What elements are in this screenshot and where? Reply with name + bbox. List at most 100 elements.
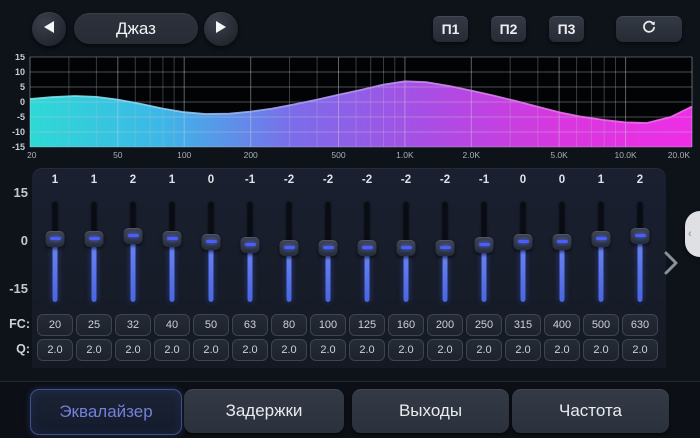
tab-outputs[interactable]: Выходы	[352, 389, 509, 433]
reset-button[interactable]	[616, 16, 682, 42]
band-slider-thumb[interactable]	[124, 228, 143, 244]
band-q-button[interactable]: 2.0	[37, 339, 73, 361]
band-fc-button[interactable]: 20	[37, 314, 73, 336]
band-gain-value: -2	[426, 174, 465, 186]
band-slider-fill	[170, 239, 175, 302]
band-column: -1 63 2.0	[231, 168, 270, 368]
band-slider-fill	[287, 248, 292, 302]
side-drawer-handle[interactable]: ‹	[685, 211, 700, 257]
band-slider-thumb[interactable]	[280, 240, 299, 256]
band-column: 0 400 2.0	[543, 168, 582, 368]
svg-text:20: 20	[27, 150, 37, 160]
band-column: 0 50 2.0	[192, 168, 231, 368]
equalizer-band-panel: 1 20 2.0 1 25 2.0 2 32 2.0 1 40 2.0 0 50…	[32, 168, 666, 368]
band-fc-button[interactable]: 315	[505, 314, 541, 336]
band-slider-fill	[209, 242, 214, 302]
band-gain-value: -2	[387, 174, 426, 186]
band-q-button[interactable]: 2.0	[388, 339, 424, 361]
band-slider-thumb[interactable]	[358, 240, 377, 256]
band-q-button[interactable]: 2.0	[310, 339, 346, 361]
preset-name-label: Джаз	[116, 19, 156, 39]
svg-text:15: 15	[15, 54, 25, 62]
band-slider-fill	[599, 239, 604, 302]
band-fc-button[interactable]: 63	[232, 314, 268, 336]
band-fc-button[interactable]: 32	[115, 314, 151, 336]
band-fc-button[interactable]: 630	[622, 314, 658, 336]
band-slider-thumb[interactable]	[592, 231, 611, 247]
preset-next-button[interactable]	[204, 12, 238, 46]
band-slider-thumb[interactable]	[163, 231, 182, 247]
band-q-button[interactable]: 2.0	[466, 339, 502, 361]
svg-text:50: 50	[113, 150, 123, 160]
band-slider-thumb[interactable]	[241, 237, 260, 253]
band-q-button[interactable]: 2.0	[427, 339, 463, 361]
svg-text:20.0K: 20.0K	[668, 150, 691, 160]
band-slider-fill	[443, 248, 448, 302]
band-q-button[interactable]: 2.0	[349, 339, 385, 361]
band-fc-button[interactable]: 125	[349, 314, 385, 336]
gain-axis-max-label: 15	[0, 185, 28, 200]
band-q-button[interactable]: 2.0	[115, 339, 151, 361]
memory-preset-1-button[interactable]: П1	[433, 16, 468, 42]
band-gain-value: 0	[504, 174, 543, 186]
band-fc-button[interactable]: 160	[388, 314, 424, 336]
band-column: 2 630 2.0	[621, 168, 660, 368]
tab-equalizer[interactable]: Эквалайзер	[30, 389, 182, 435]
band-q-button[interactable]: 2.0	[271, 339, 307, 361]
band-fc-button[interactable]: 80	[271, 314, 307, 336]
tab-frequency[interactable]: Частота	[512, 389, 669, 433]
band-slider-thumb[interactable]	[514, 234, 533, 250]
band-slider-thumb[interactable]	[85, 231, 104, 247]
band-slider-thumb[interactable]	[46, 231, 65, 247]
band-slider-thumb[interactable]	[553, 234, 572, 250]
eq-response-chart: 151050-5-10-1520501002005001.0K2.0K5.0K1…	[0, 54, 700, 166]
band-fc-button[interactable]: 500	[583, 314, 619, 336]
band-fc-button[interactable]: 400	[544, 314, 580, 336]
band-slider-fill	[560, 242, 565, 302]
band-column: 2 32 2.0	[114, 168, 153, 368]
next-bands-chevron[interactable]	[662, 250, 680, 281]
band-gain-value: 1	[582, 174, 621, 186]
band-slider-thumb[interactable]	[202, 234, 221, 250]
band-fc-button[interactable]: 40	[154, 314, 190, 336]
band-gain-value: -2	[348, 174, 387, 186]
band-slider-thumb[interactable]	[436, 240, 455, 256]
svg-text:1.0K: 1.0K	[396, 150, 414, 160]
chevron-left-icon: ‹	[688, 228, 692, 240]
band-q-button[interactable]: 2.0	[505, 339, 541, 361]
svg-text:0: 0	[20, 97, 25, 107]
band-q-button[interactable]: 2.0	[232, 339, 268, 361]
svg-text:100: 100	[177, 150, 191, 160]
band-fc-button[interactable]: 50	[193, 314, 229, 336]
band-q-button[interactable]: 2.0	[583, 339, 619, 361]
band-fc-button[interactable]: 25	[76, 314, 112, 336]
band-slider-fill	[638, 236, 643, 302]
band-column: 0 315 2.0	[504, 168, 543, 368]
band-q-button[interactable]: 2.0	[544, 339, 580, 361]
band-gain-value: 2	[114, 174, 153, 186]
band-column: -2 125 2.0	[348, 168, 387, 368]
band-q-button[interactable]: 2.0	[154, 339, 190, 361]
band-gain-value: 1	[75, 174, 114, 186]
band-fc-button[interactable]: 200	[427, 314, 463, 336]
band-column: -2 100 2.0	[309, 168, 348, 368]
band-slider-thumb[interactable]	[397, 240, 416, 256]
band-q-button[interactable]: 2.0	[193, 339, 229, 361]
preset-name[interactable]: Джаз	[74, 13, 198, 44]
band-column: 1 20 2.0	[36, 168, 75, 368]
preset-prev-button[interactable]	[32, 12, 66, 46]
band-slider-thumb[interactable]	[319, 240, 338, 256]
band-column: -2 200 2.0	[426, 168, 465, 368]
svg-text:10: 10	[15, 67, 25, 77]
tab-delays[interactable]: Задержки	[184, 389, 344, 433]
memory-preset-2-button[interactable]: П2	[491, 16, 526, 42]
band-fc-button[interactable]: 100	[310, 314, 346, 336]
band-q-button[interactable]: 2.0	[76, 339, 112, 361]
band-slider-thumb[interactable]	[631, 228, 650, 244]
memory-preset-3-button[interactable]: П3	[549, 16, 584, 42]
band-q-button[interactable]: 2.0	[622, 339, 658, 361]
band-slider-thumb[interactable]	[475, 237, 494, 253]
band-fc-button[interactable]: 250	[466, 314, 502, 336]
band-slider-fill	[53, 239, 58, 302]
gain-axis-min-label: -15	[0, 281, 28, 296]
